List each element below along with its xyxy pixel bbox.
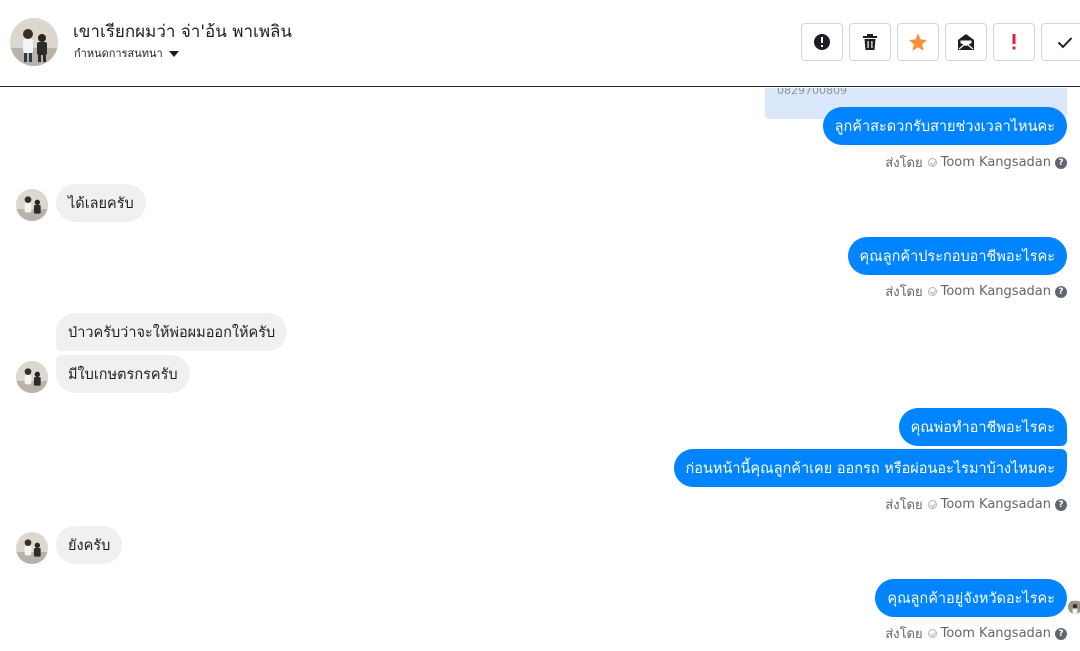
help-icon[interactable]: ? (1055, 285, 1067, 298)
incoming-message[interactable]: ป่าวครับว่าจะให้พ่อผมออกให้ครับ (56, 313, 288, 351)
sent-by-label: ส่งโดย (885, 627, 923, 642)
sent-by-label: ส่งโดย (885, 498, 923, 513)
sent-by-label: ส่งโดย (885, 285, 923, 300)
message-text: ก่อนหน้านี้คุณลูกค้าเคย ออกรถ หรือผ่อนอะ… (685, 460, 1056, 477)
exclamation-circle-icon (814, 34, 830, 50)
message-text: ยังครับ (68, 537, 111, 554)
contact-avatar-small[interactable] (16, 532, 48, 564)
star-button[interactable] (897, 23, 939, 61)
outgoing-message[interactable]: คุณลูกค้าประกอบอาชีพอะไรคะ (847, 237, 1067, 275)
message-text: ลูกค้าสะดวกรับสายช่วงเวลาไหนคะ (834, 118, 1055, 135)
check-circle-icon (927, 287, 937, 296)
contact-avatar-small[interactable] (16, 189, 48, 221)
seen-indicator-avatar (1068, 600, 1080, 614)
mark-spam-button[interactable] (801, 23, 843, 61)
star-icon (909, 33, 927, 51)
conversation-header: เขาเรียกผมว่า จ่า'อ้น พาเพลิน กำหนดการสน… (0, 0, 1080, 87)
message-text: ป่าวครับว่าจะให้พ่อผมออกให้ครับ (68, 324, 276, 341)
quoted-phone-number: 0829700809 (777, 88, 847, 97)
incoming-message[interactable]: ยังครับ (56, 526, 123, 564)
agent-name[interactable]: Toom Kangsadan (941, 155, 1051, 170)
trash-icon (863, 34, 877, 50)
sent-by-info: ส่งโดย Toom Kangsadan ? (885, 152, 1067, 173)
outgoing-message[interactable]: คุณพ่อทำอาชีพอะไรคะ (898, 408, 1067, 446)
conversation-schedule-label: กำหนดการสนทนา (74, 47, 163, 60)
help-icon[interactable]: ? (1055, 156, 1067, 169)
help-icon[interactable]: ? (1055, 498, 1067, 511)
outgoing-message[interactable]: ลูกค้าสะดวกรับสายช่วงเวลาไหนคะ (822, 107, 1067, 145)
sent-by-info: ส่งโดย Toom Kangsadan ? (885, 281, 1067, 302)
check-icon (1057, 36, 1073, 48)
mark-done-button[interactable] (1041, 23, 1080, 61)
caret-down-icon (168, 50, 179, 57)
sent-by-info: ส่งโดย Toom Kangsadan ? (885, 494, 1067, 515)
agent-name[interactable]: Toom Kangsadan (941, 626, 1051, 641)
sent-by-info: ส่งโดย Toom Kangsadan ? (885, 623, 1067, 644)
check-circle-icon (927, 629, 937, 638)
check-circle-icon (927, 500, 937, 509)
incoming-message[interactable]: มีใบเกษตรกรครับ (56, 355, 190, 393)
agent-name[interactable]: Toom Kangsadan (941, 284, 1051, 299)
delete-button[interactable] (849, 23, 891, 61)
incoming-message[interactable]: ได้เลยครับ (56, 184, 146, 222)
contact-avatar[interactable] (10, 18, 58, 66)
message-text: คุณลูกค้าประกอบอาชีพอะไรคะ (859, 248, 1055, 265)
check-circle-icon (927, 158, 937, 167)
contact-name: เขาเรียกผมว่า จ่า'อ้น พาเพลิน (73, 22, 293, 42)
exclamation-icon (1012, 34, 1016, 50)
envelope-open-icon (958, 34, 974, 50)
outgoing-message[interactable]: ก่อนหน้านี้คุณลูกค้าเคย ออกรถ หรือผ่อนอะ… (673, 449, 1067, 487)
help-icon[interactable]: ? (1055, 627, 1067, 640)
message-thread[interactable]: 0829700809 ลูกค้าสะดวกรับสายช่วงเวลาไหนค… (0, 88, 1080, 651)
follow-up-button[interactable] (993, 23, 1035, 61)
contact-avatar-small[interactable] (16, 361, 48, 393)
message-text: คุณพ่อทำอาชีพอะไรคะ (910, 419, 1055, 436)
message-text: มีใบเกษตรกรครับ (68, 366, 178, 383)
agent-name[interactable]: Toom Kangsadan (941, 497, 1051, 512)
message-text: คุณลูกค้าอยู่จังหวัดอะไรคะ (887, 590, 1055, 607)
message-text: ได้เลยครับ (68, 195, 134, 212)
mark-unread-button[interactable] (945, 23, 987, 61)
outgoing-message[interactable]: คุณลูกค้าอยู่จังหวัดอะไรคะ (875, 579, 1067, 617)
sent-by-label: ส่งโดย (885, 156, 923, 171)
conversation-schedule-menu[interactable]: กำหนดการสนทนา (74, 44, 179, 62)
